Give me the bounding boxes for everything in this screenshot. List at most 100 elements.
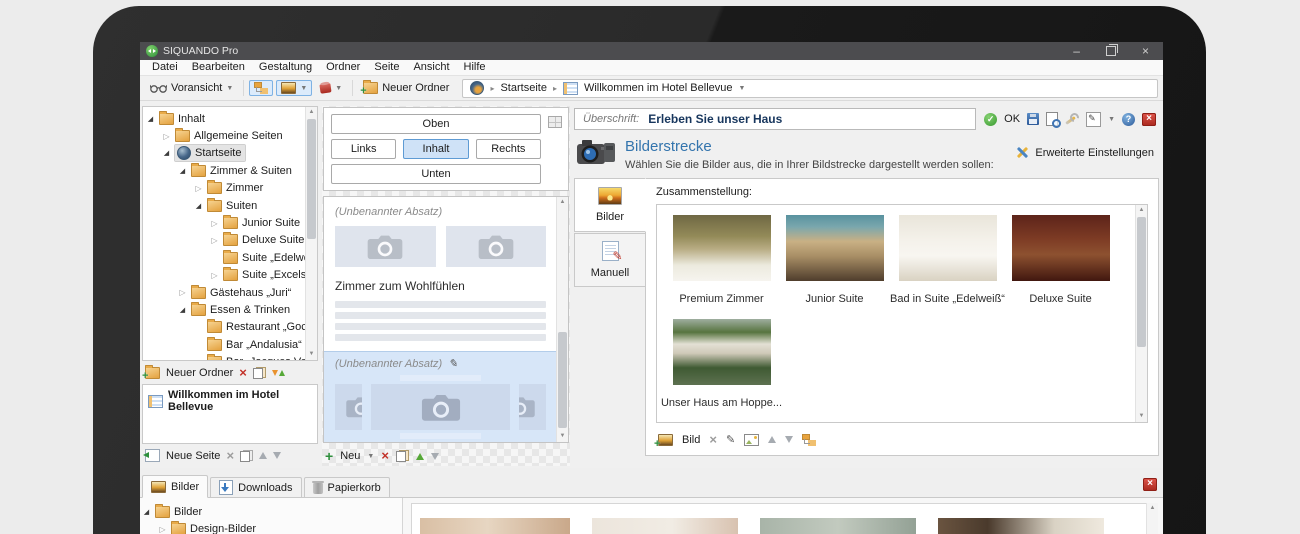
menu-hilfe[interactable]: Hilfe <box>457 60 493 75</box>
tree-item-inhalt[interactable]: ◢Inhalt <box>144 110 305 127</box>
collapsed-icon[interactable]: ▷ <box>210 271 219 280</box>
layout-top-button[interactable]: Oben <box>331 114 541 134</box>
preview-page-icon[interactable] <box>1046 112 1058 126</box>
heading-input[interactable]: Überschrift: Erleben Sie unser Haus <box>574 108 976 130</box>
layout-left-button[interactable]: Links <box>331 139 396 159</box>
edit-image-icon[interactable]: ✎ <box>726 435 735 445</box>
tree-item-suiten[interactable]: ◢Suiten <box>144 197 305 214</box>
chevron-down-icon[interactable]: ▼ <box>1108 116 1115 123</box>
collapsed-icon[interactable]: ▷ <box>178 288 187 297</box>
collapsed-icon[interactable]: ▷ <box>210 236 219 245</box>
tree-item-bar-jacques-vermont[interactable]: Bar „Jacques Vermont“ <box>144 353 305 361</box>
scroll-up-icon[interactable]: ▲ <box>1147 503 1158 514</box>
new-paragraph-label[interactable]: Neu <box>340 450 360 462</box>
scroll-up-icon[interactable]: ▲ <box>1136 205 1147 216</box>
tree-item-allgemeine-seiten[interactable]: ▷Allgemeine Seiten <box>144 127 305 144</box>
move-up-icon[interactable] <box>259 452 267 459</box>
paragraph-1[interactable]: (Unbenannter Absatz) Zimmer zum Wohlfühl… <box>324 197 557 349</box>
expanded-icon[interactable]: ◢ <box>146 115 155 123</box>
ok-label[interactable]: OK <box>1004 113 1020 125</box>
image-export-icon[interactable] <box>744 434 759 446</box>
move-up-icon[interactable] <box>416 453 424 460</box>
menu-gestaltung[interactable]: Gestaltung <box>252 60 319 75</box>
page-list-item[interactable]: Willkommen im Hotel Bellevue <box>148 389 312 413</box>
delete-folder-icon[interactable]: × <box>239 368 247 378</box>
scroll-up-icon[interactable]: ▲ <box>306 107 317 118</box>
delete-paragraph-icon[interactable]: × <box>381 451 389 461</box>
new-folder-button[interactable]: Neuer Ordner <box>358 80 454 96</box>
expanded-icon[interactable]: ◢ <box>178 306 187 314</box>
paragraph-2-selected[interactable]: (Unbenannter Absatz) ✎ <box>324 351 557 443</box>
scroll-down-icon[interactable]: ▼ <box>1136 411 1147 422</box>
media-tree-bilder[interactable]: ◢Bilder <box>140 503 402 520</box>
scrollbar-thumb[interactable] <box>558 332 567 428</box>
paragraph-scrollbar[interactable]: ▲▼ <box>556 197 568 442</box>
menu-ordner[interactable]: Ordner <box>319 60 367 75</box>
minimize-icon[interactable]: – <box>1073 42 1080 60</box>
scroll-down-icon[interactable]: ▼ <box>306 349 317 360</box>
close-editor-icon[interactable] <box>1142 113 1156 126</box>
breadcrumb-startseite[interactable]: Startseite <box>500 82 546 94</box>
edit-mode-icon[interactable] <box>1086 112 1101 127</box>
scroll-up-icon[interactable]: ▲ <box>557 197 568 208</box>
media-thumbnail[interactable] <box>420 518 570 534</box>
breadcrumb-page[interactable]: Willkommen im Hotel Bellevue <box>584 82 733 94</box>
tree-item-bar-andalusia[interactable]: Bar „Andalusia“ <box>144 336 305 353</box>
collapsed-icon[interactable]: ▷ <box>162 132 171 141</box>
tree-item-zimmer-suiten[interactable]: ◢Zimmer & Suiten <box>144 162 305 179</box>
expanded-icon[interactable]: ◢ <box>194 202 203 210</box>
menu-bearbeiten[interactable]: Bearbeiten <box>185 60 252 75</box>
menu-ansicht[interactable]: Ansicht <box>406 60 456 75</box>
media-tree-design-bilder[interactable]: ▷Design-Bilder <box>140 520 402 534</box>
tree-item-gaestehaus-juri[interactable]: ▷Gästehaus „Juri“ <box>144 284 305 301</box>
tree-view-icon[interactable] <box>802 434 816 446</box>
media-thumbnail[interactable] <box>760 518 916 534</box>
menu-datei[interactable]: Datei <box>145 60 185 75</box>
media-thumbnail[interactable] <box>938 518 1104 534</box>
tree-item-restaurant-gockel[interactable]: Restaurant „Gockel“ <box>144 319 305 336</box>
tree-item-deluxe-suite[interactable]: ▷Deluxe Suite <box>144 232 305 249</box>
tab-manuell[interactable]: Manuell <box>574 233 646 287</box>
move-down-icon[interactable] <box>431 453 439 460</box>
layout-bottom-button[interactable]: Unten <box>331 164 541 184</box>
help-icon[interactable] <box>1122 113 1135 126</box>
collapsed-icon[interactable]: ▷ <box>158 525 167 534</box>
layout-right-button[interactable]: Rechts <box>476 139 541 159</box>
save-icon[interactable] <box>1027 113 1039 125</box>
sort-icon[interactable] <box>272 370 285 376</box>
tree-item-startseite[interactable]: ◢Startseite <box>144 145 305 162</box>
collection-image[interactable]: Unser Haus am Hoppe... <box>665 319 778 414</box>
collection-image[interactable]: Premium Zimmer <box>665 215 778 310</box>
advanced-settings-button[interactable]: Erweiterte Einstellungen <box>1016 146 1154 159</box>
tree-item-zimmer[interactable]: ▷Zimmer <box>144 180 305 197</box>
tree-item-essen-trinken[interactable]: ◢Essen & Trinken <box>144 301 305 318</box>
move-down-icon[interactable] <box>273 452 281 459</box>
collapsed-icon[interactable]: ▷ <box>194 184 203 193</box>
move-down-icon[interactable] <box>785 436 793 443</box>
scroll-down-icon[interactable]: ▼ <box>557 431 568 442</box>
ok-icon[interactable] <box>984 113 997 126</box>
chevron-down-icon[interactable]: ▼ <box>739 85 746 92</box>
menu-seite[interactable]: Seite <box>367 60 406 75</box>
new-page-icon[interactable] <box>145 449 160 462</box>
tab-bilder[interactable]: Bilder <box>574 178 646 232</box>
scrollbar-thumb[interactable] <box>1137 217 1146 347</box>
tree-item-suite-edelweiss[interactable]: Suite „Edelweiß“ <box>144 249 305 266</box>
new-page-label[interactable]: Neue Seite <box>166 450 220 462</box>
site-root-icon[interactable] <box>470 81 484 95</box>
sitemap-toggle-button[interactable] <box>249 80 273 96</box>
tree-item-suite-excelsior[interactable]: ▷Suite „Excelsior“ <box>144 267 305 284</box>
media-thumbnail[interactable] <box>592 518 738 534</box>
collapsed-icon[interactable]: ▷ <box>210 219 219 228</box>
add-image-label[interactable]: Bild <box>682 434 700 446</box>
dock-tab-papierkorb[interactable]: Papierkorb <box>304 477 390 497</box>
scrollbar-thumb[interactable] <box>307 119 316 239</box>
collection-scrollbar[interactable]: ▲▼ <box>1135 205 1147 422</box>
add-image-icon[interactable] <box>658 434 673 446</box>
collection-image[interactable]: Bad in Suite „Edelweiß“ <box>891 215 1004 310</box>
copy-page-icon[interactable] <box>240 450 253 462</box>
edit-pencil-icon[interactable]: ✎ <box>448 359 457 369</box>
expanded-icon[interactable]: ◢ <box>178 167 187 175</box>
close-icon[interactable]: × <box>1142 42 1149 60</box>
wrench-icon[interactable] <box>1065 113 1079 126</box>
